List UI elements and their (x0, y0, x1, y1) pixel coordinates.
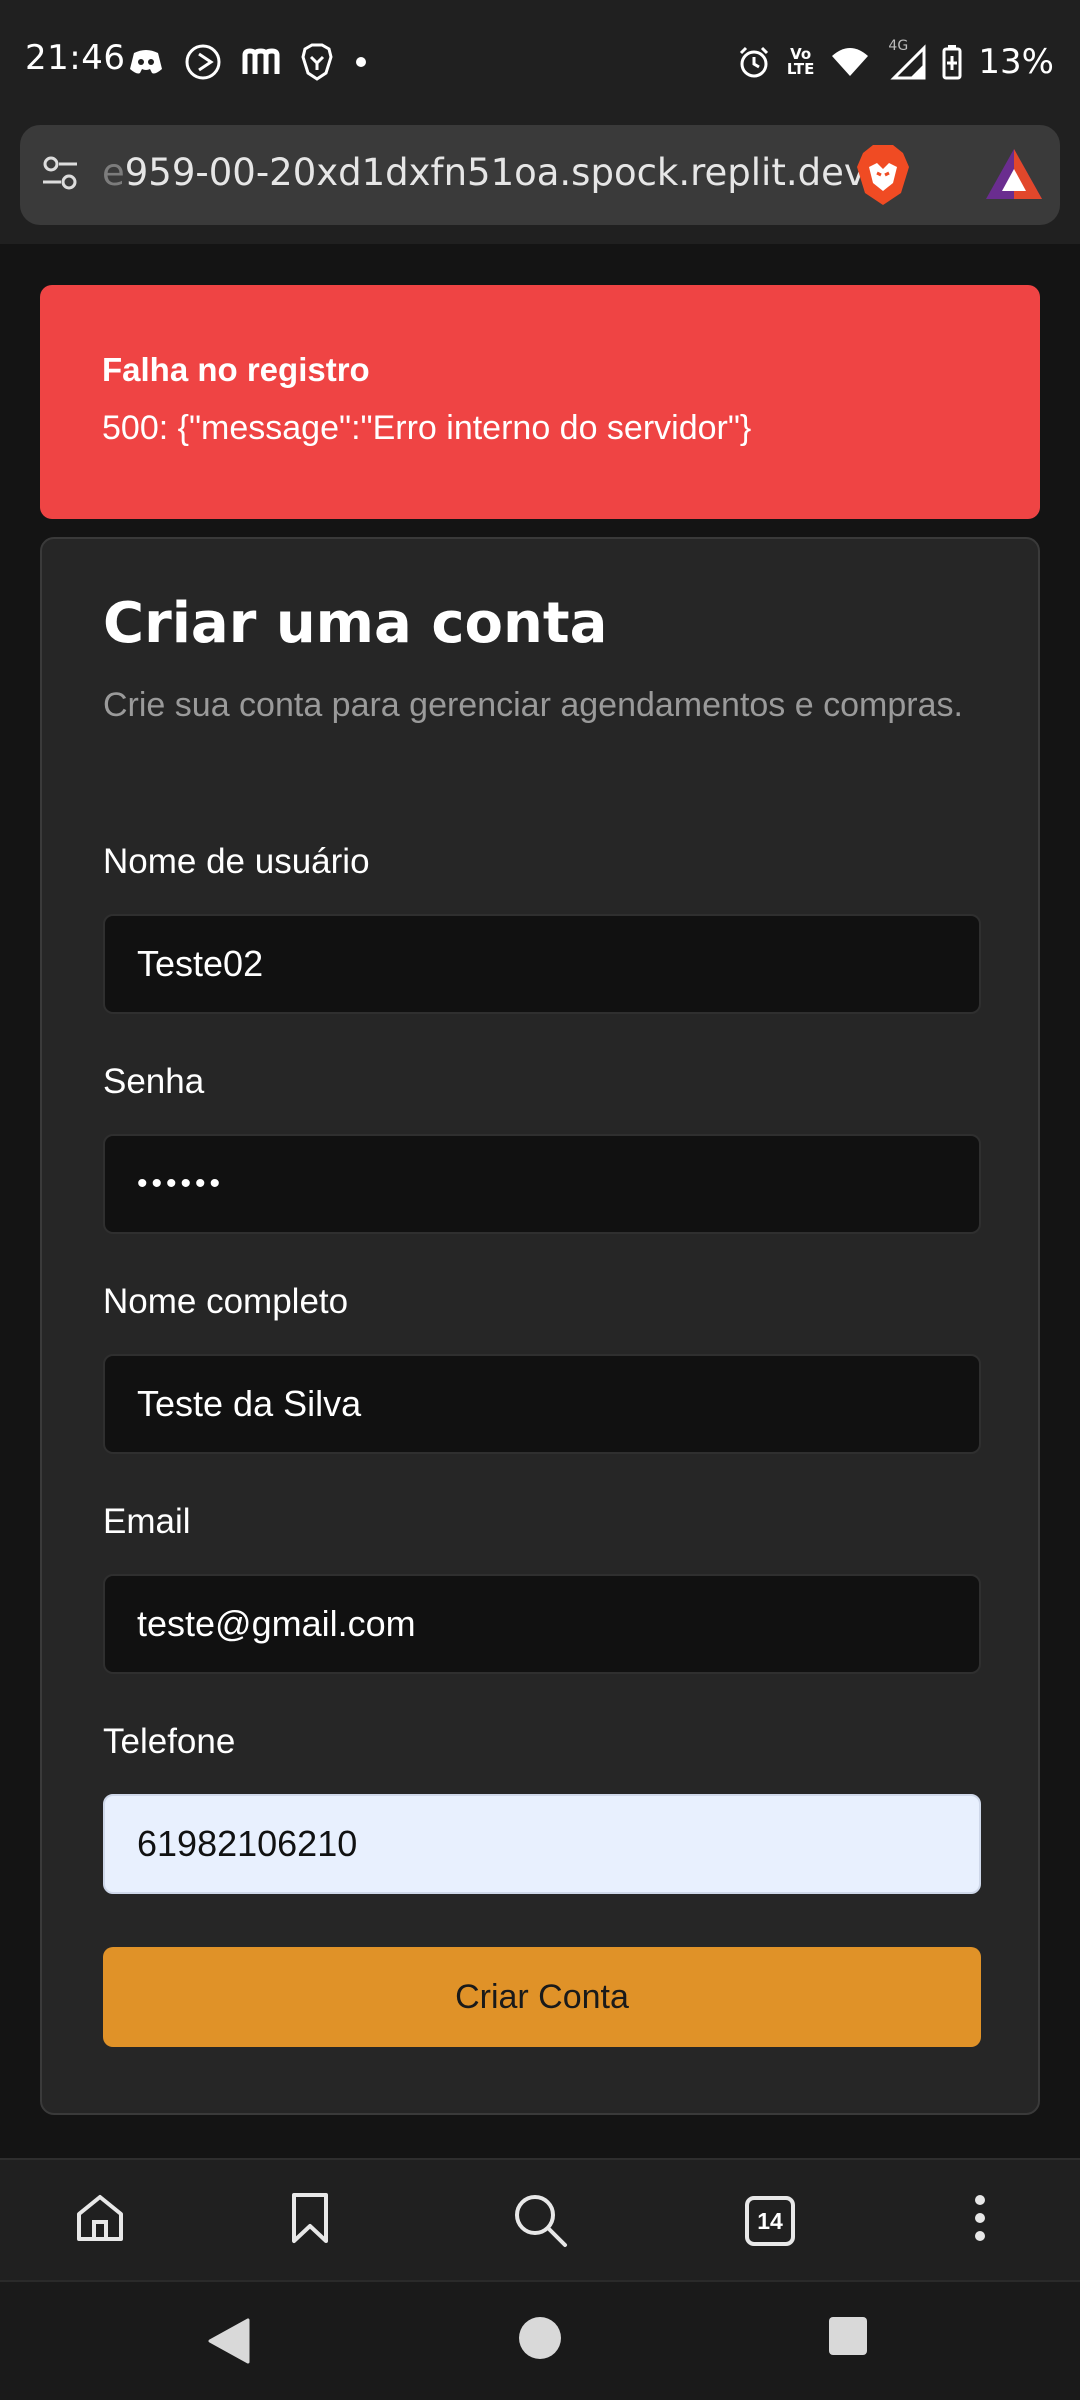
url-text[interactable]: e959-00-20xd1dxfn51oa.spock.replit.dev (102, 151, 866, 194)
home-icon[interactable] (74, 2192, 126, 2244)
card-subtitle: Crie sua conta para gerenciar agendament… (103, 686, 963, 724)
register-card: Criar uma conta Crie sua conta para gere… (40, 537, 1040, 2115)
volte-icon: Vo LTE (786, 45, 815, 78)
fullname-input[interactable]: Teste da Silva (103, 1354, 981, 1454)
url-main: 959-00-20xd1dxfn51oa.spock.replit.dev (124, 151, 866, 194)
password-label: Senha (103, 1062, 205, 1101)
status-time: 21:46 (25, 38, 126, 78)
alarm-icon (739, 46, 768, 78)
fullname-label: Nome completo (103, 1282, 349, 1321)
username-input[interactable]: Teste02 (103, 914, 981, 1014)
browser-toolbar: 14 (0, 2158, 1080, 2280)
alert-title: Falha no registro (102, 351, 370, 388)
browser-header: e959-00-20xd1dxfn51oa.spock.replit.dev (0, 124, 1080, 244)
status-bar: 21:46 Vo LTE 4G 13% (0, 0, 1080, 124)
dot-icon (356, 57, 366, 67)
password-input[interactable]: •••••• (103, 1134, 981, 1234)
url-faded: e (102, 151, 125, 194)
username-label: Nome de usuário (103, 842, 370, 881)
system-nav-bar (0, 2280, 1080, 2400)
phone-input[interactable]: 61982106210 (103, 1794, 981, 1894)
email-label: Email (103, 1502, 191, 1541)
site-settings-icon[interactable] (40, 153, 80, 193)
phone-label: Telefone (103, 1722, 236, 1761)
system-icons: Vo LTE 4G 13% (737, 38, 1054, 84)
discord-icon (130, 50, 162, 74)
more-icon[interactable] (972, 2192, 988, 2244)
m-app-icon (242, 48, 280, 74)
bookmark-icon[interactable] (288, 2192, 332, 2244)
back-icon[interactable] (206, 2316, 252, 2366)
page-content: Falha no registro 500: {"message":"Erro … (0, 244, 1080, 2158)
signal-icon: 4G (886, 38, 926, 80)
notification-icons (128, 40, 368, 84)
tabs-icon[interactable]: 14 (745, 2196, 795, 2246)
wifi-icon (832, 48, 869, 76)
error-alert: Falha no registro 500: {"message":"Erro … (40, 285, 1040, 519)
home-nav-icon[interactable] (518, 2316, 562, 2360)
address-bar[interactable]: e959-00-20xd1dxfn51oa.spock.replit.dev (20, 125, 1060, 225)
battery-icon (942, 45, 962, 80)
brave-shields-icon[interactable] (855, 143, 911, 207)
create-account-button[interactable]: Criar Conta (103, 1947, 981, 2047)
card-title: Criar uma conta (103, 591, 608, 656)
search-icon[interactable] (512, 2192, 568, 2248)
brave-rewards-icon[interactable] (984, 147, 1044, 203)
play-icon (185, 44, 221, 80)
battery-percent: 13% (978, 42, 1054, 82)
brave-shield-icon (301, 43, 333, 81)
recents-icon[interactable] (828, 2316, 868, 2356)
email-input[interactable]: teste@gmail.com (103, 1574, 981, 1674)
alert-message: 500: {"message":"Erro interno do servido… (102, 409, 752, 447)
